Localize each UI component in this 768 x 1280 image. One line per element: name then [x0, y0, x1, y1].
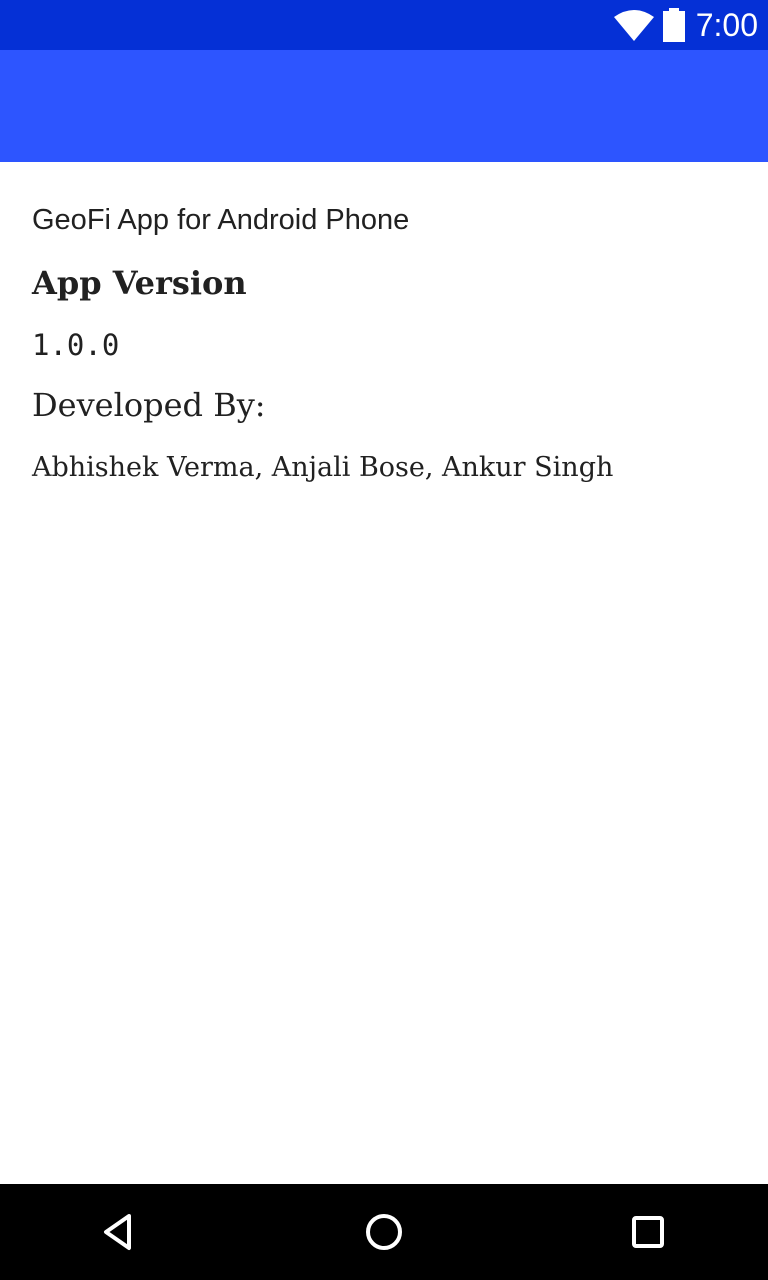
home-icon: [366, 1214, 402, 1250]
app-version-value: 1.0.0: [32, 328, 120, 362]
wifi-icon: [613, 9, 662, 41]
status-icons: 7:00: [613, 0, 758, 50]
app-name-text: GeoFi App for Android Phone: [32, 204, 410, 236]
battery-icon: [662, 8, 696, 42]
navigation-bar: [0, 1184, 768, 1280]
recents-button[interactable]: [624, 1208, 672, 1256]
recents-icon: [632, 1216, 664, 1248]
app-version-heading: App Version: [32, 264, 247, 302]
home-button[interactable]: [360, 1208, 408, 1256]
status-time: 7:00: [695, 7, 758, 43]
developed-by-heading: Developed By:: [32, 386, 266, 424]
app-bar: [0, 50, 768, 162]
about-screen: 7:00 GeoFi App for Android Phone App Ver…: [0, 0, 768, 1280]
developers-text: Abhishek Verma, Anjali Bose, Ankur Singh: [32, 452, 614, 483]
back-button[interactable]: [96, 1208, 144, 1256]
back-icon: [104, 1214, 131, 1250]
status-bar: 7:00: [0, 0, 768, 50]
